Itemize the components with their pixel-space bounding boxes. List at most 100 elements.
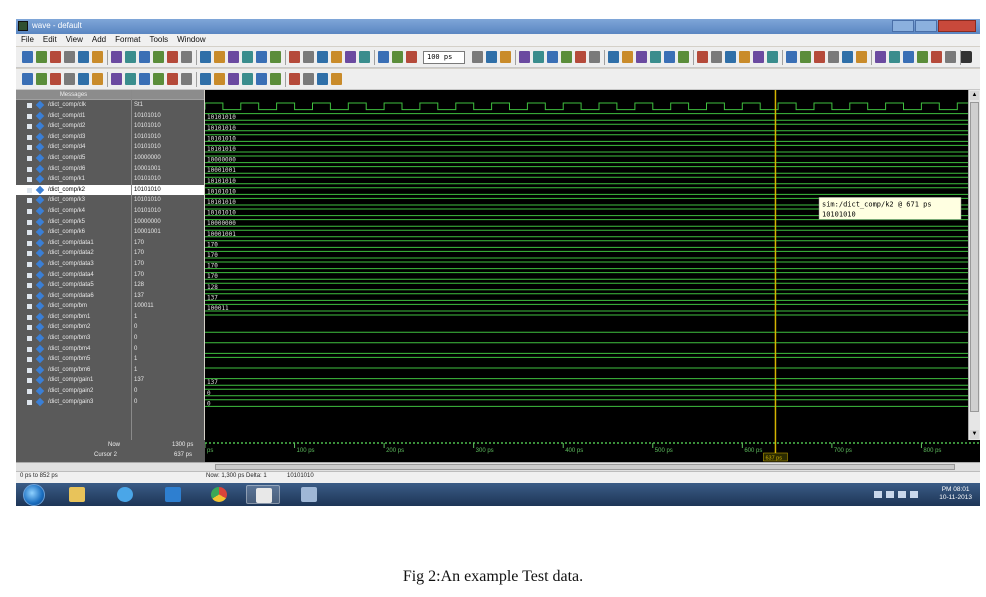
minimize-button[interactable] <box>892 20 914 32</box>
toolbar-button-icon[interactable] <box>875 51 886 63</box>
expand-icon[interactable] <box>27 378 32 384</box>
toolbar-button-icon[interactable] <box>303 73 314 85</box>
toolbar-button-icon[interactable] <box>256 51 267 63</box>
waveform-d5[interactable]: 10000000 <box>205 155 968 164</box>
toolbar-button-icon[interactable] <box>289 73 300 85</box>
vertical-scroll-thumb[interactable] <box>970 102 979 412</box>
expand-icon[interactable] <box>27 251 32 257</box>
toolbar-button-icon[interactable] <box>139 51 150 63</box>
expand-icon[interactable] <box>27 325 32 331</box>
expand-icon[interactable] <box>27 103 32 108</box>
signal-row[interactable]: /dict_comp/clk <box>16 100 131 111</box>
toolbar-button-icon[interactable] <box>903 51 914 63</box>
toolbar-button-icon[interactable] <box>289 51 300 63</box>
toolbar-button-icon[interactable] <box>828 51 839 63</box>
toolbar-button-icon[interactable] <box>739 51 750 63</box>
expand-icon[interactable] <box>27 272 32 278</box>
toolbar-button-icon[interactable] <box>92 73 103 85</box>
waveform-k5[interactable]: 10000000 <box>205 219 968 228</box>
expand-icon[interactable] <box>27 219 32 225</box>
signal-row[interactable]: /dict_comp/gain2 <box>16 386 131 397</box>
toolbar-button-icon[interactable] <box>636 51 647 63</box>
toolbar-button-icon[interactable] <box>50 73 61 85</box>
toolbar-button-icon[interactable] <box>78 73 89 85</box>
toolbar-button-icon[interactable] <box>78 51 89 63</box>
signal-row[interactable]: /dict_comp/d3 <box>16 132 131 143</box>
toolbar-button-icon[interactable] <box>472 51 483 63</box>
menu-tools[interactable]: Tools <box>149 34 168 46</box>
waveform-d4[interactable]: 10101010 <box>205 144 968 153</box>
expand-icon[interactable] <box>27 230 32 236</box>
toolbar-button-icon[interactable] <box>111 73 122 85</box>
signal-row[interactable]: /dict_comp/bm1 <box>16 312 131 323</box>
expand-icon[interactable] <box>27 208 32 214</box>
waveform-bm[interactable]: 100011 <box>205 303 968 312</box>
start-button[interactable] <box>23 484 45 506</box>
toolbar-button-icon[interactable] <box>167 51 178 63</box>
toolbar-button-icon[interactable] <box>153 51 164 63</box>
signal-row[interactable]: /dict_comp/k5 <box>16 217 131 228</box>
tray-network-icon[interactable] <box>898 491 906 498</box>
waveform-clk[interactable] <box>205 102 968 111</box>
signal-row[interactable]: /dict_comp/gain3 <box>16 397 131 408</box>
menu-add[interactable]: Add <box>92 34 106 46</box>
toolbar-button-icon[interactable] <box>931 51 942 63</box>
toolbar-button-icon[interactable] <box>139 73 150 85</box>
signal-row[interactable]: /dict_comp/data3 <box>16 259 131 270</box>
signal-row[interactable]: /dict_comp/d4 <box>16 142 131 153</box>
waveform-data5[interactable]: 128 <box>205 282 968 291</box>
toolbar-button-icon[interactable] <box>270 73 281 85</box>
expand-icon[interactable] <box>27 145 32 151</box>
maximize-button[interactable] <box>915 20 937 32</box>
toolbar-button-icon[interactable] <box>533 51 544 63</box>
menu-window[interactable]: Window <box>177 34 205 46</box>
waveform-gain1[interactable]: 137 <box>205 378 968 387</box>
toolbar-button-icon[interactable] <box>767 51 778 63</box>
toolbar-button-icon[interactable] <box>214 73 225 85</box>
cursor-label[interactable]: Cursor 2 <box>94 452 117 458</box>
expand-icon[interactable] <box>27 293 32 299</box>
signal-row[interactable]: /dict_comp/gain1 <box>16 375 131 386</box>
waveform-data4[interactable]: 170 <box>205 272 968 281</box>
toolbar-button-icon[interactable] <box>92 51 103 63</box>
toolbar-button-icon[interactable] <box>22 51 33 63</box>
taskbar-clock[interactable]: PM 08:01 10-11-2013 <box>939 486 972 502</box>
signal-row[interactable]: /dict_comp/d2 <box>16 121 131 132</box>
expand-icon[interactable] <box>27 198 32 204</box>
expand-icon[interactable] <box>27 283 32 289</box>
expand-icon[interactable] <box>27 113 32 119</box>
toolbar-button-icon[interactable] <box>856 51 867 63</box>
toolbar-button-icon[interactable] <box>242 51 253 63</box>
horizontal-scroll-thumb[interactable] <box>215 464 955 470</box>
toolbar-button-icon[interactable] <box>181 51 192 63</box>
taskbar-modelsim[interactable] <box>246 485 280 504</box>
signal-row[interactable]: /dict_comp/k3 <box>16 195 131 206</box>
horizontal-scrollbar[interactable] <box>16 462 980 471</box>
waveform-d3[interactable]: 10101010 <box>205 134 968 143</box>
toolbar-button-icon[interactable] <box>153 73 164 85</box>
taskbar-media[interactable] <box>156 485 190 504</box>
expand-icon[interactable] <box>27 177 32 183</box>
tray-flag-icon[interactable] <box>886 491 894 498</box>
toolbar-button-icon[interactable] <box>378 51 389 63</box>
signal-row[interactable]: /dict_comp/k2 <box>16 184 131 196</box>
toolbar-button-icon[interactable] <box>345 51 356 63</box>
toolbar-button-icon[interactable] <box>814 51 825 63</box>
toolbar-button-icon[interactable] <box>697 51 708 63</box>
toolbar-button-icon[interactable] <box>500 51 511 63</box>
toolbar-button-icon[interactable] <box>753 51 764 63</box>
waveform-data3[interactable]: 170 <box>205 261 968 270</box>
toolbar-button-icon[interactable] <box>917 51 928 63</box>
toolbar-button-icon[interactable] <box>317 73 328 85</box>
expand-icon[interactable] <box>27 389 32 395</box>
expand-icon[interactable] <box>27 124 32 130</box>
expand-icon[interactable] <box>27 304 32 310</box>
taskbar-ie[interactable] <box>108 485 142 504</box>
waveform-k6[interactable]: 10001001 <box>205 229 968 238</box>
menu-format[interactable]: Format <box>115 34 140 46</box>
toolbar-button-icon[interactable] <box>270 51 281 63</box>
expand-icon[interactable] <box>27 166 32 172</box>
close-button[interactable] <box>938 20 976 32</box>
toolbar-button-icon[interactable] <box>664 51 675 63</box>
toolbar-button-icon[interactable] <box>125 73 136 85</box>
